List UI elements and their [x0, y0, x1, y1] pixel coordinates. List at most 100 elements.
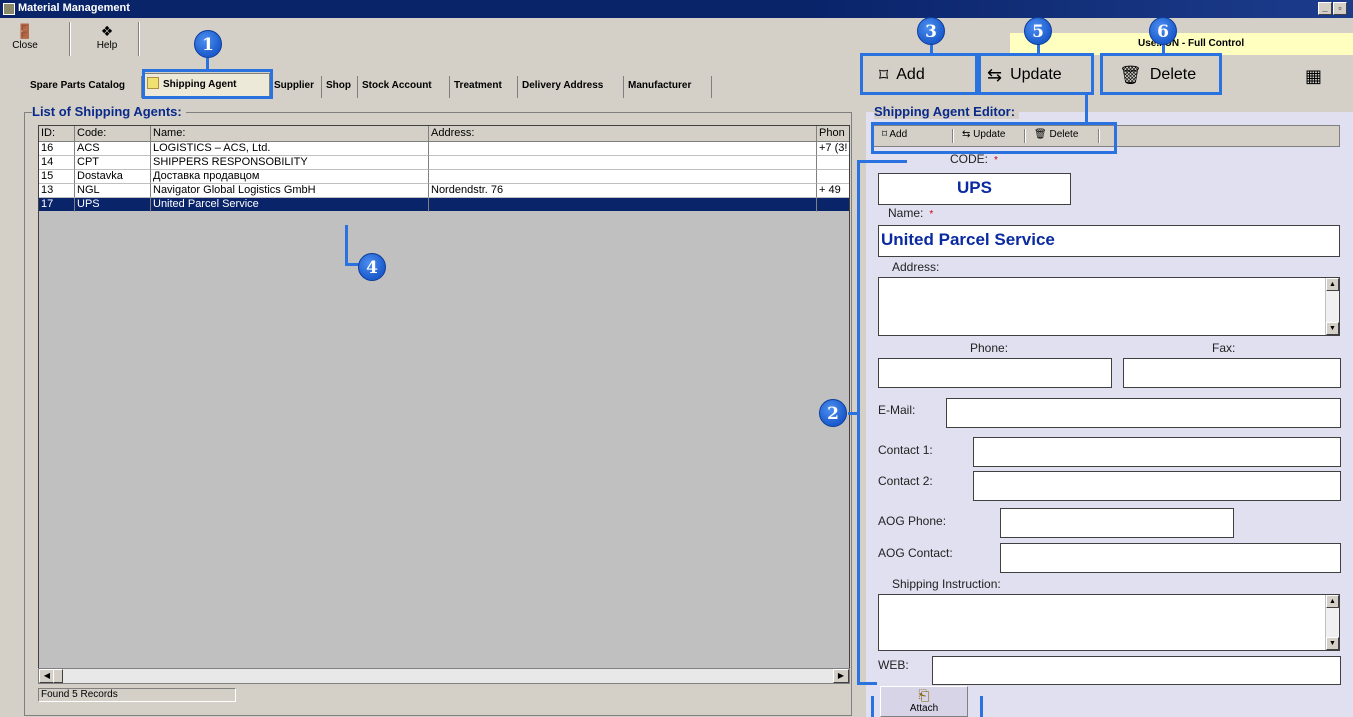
tab-delivery-address[interactable]: Delivery Address: [518, 76, 624, 98]
callout-badge: 5: [1024, 17, 1052, 45]
cell-id: 14: [39, 156, 75, 170]
toolbar-separator: [69, 22, 71, 56]
tab-stock-account[interactable]: Stock Account: [358, 76, 450, 98]
scroll-up-icon[interactable]: ▲: [1326, 278, 1339, 291]
address-textarea[interactable]: ▲ ▼: [878, 277, 1340, 336]
cell-code: NGL: [75, 184, 151, 198]
column-header-id[interactable]: ID:: [39, 126, 75, 142]
tab-label: Spare Parts Catalog: [30, 80, 126, 91]
scroll-up-icon[interactable]: ▲: [1326, 595, 1339, 608]
tab-supplier[interactable]: Supplier: [270, 76, 322, 98]
scroll-down-icon[interactable]: ▼: [1326, 637, 1339, 650]
cell-id: 17: [39, 198, 75, 212]
column-header-name[interactable]: Name:: [151, 126, 429, 142]
highlight-shipping-agent-tab: [142, 69, 273, 99]
phone-field[interactable]: [878, 358, 1112, 388]
shipping-instruction-textarea[interactable]: ▲ ▼: [878, 594, 1340, 651]
table-row-selected[interactable]: 17 UPS United Parcel Service: [39, 198, 849, 212]
code-field[interactable]: UPS: [878, 173, 1071, 205]
aog-phone-label: AOG Phone:: [878, 514, 947, 528]
callout-badge: 2: [819, 399, 847, 427]
callout-connector: [345, 263, 359, 266]
cell-address: [429, 170, 817, 184]
cell-name: Navigator Global Logistics GmbH: [151, 184, 429, 198]
callout-connector: [206, 58, 209, 70]
callout-badge: 1: [194, 30, 222, 58]
cell-name: SHIPPERS RESPONSOBILITY: [151, 156, 429, 170]
attach-button-label: Attach: [909, 703, 939, 714]
required-marker: *: [929, 209, 934, 220]
help-icon: ❖: [100, 23, 114, 39]
door-exit-icon: 🚪: [16, 23, 34, 39]
required-marker: *: [994, 155, 998, 166]
highlight-editor-toolbar: [871, 122, 1117, 154]
help-button[interactable]: ❖ Help: [84, 22, 130, 58]
minimize-button[interactable]: _: [1318, 2, 1332, 15]
table-row[interactable]: 13 NGL Navigator Global Logistics GmbH N…: [39, 184, 849, 198]
highlight-attach-bracket: [980, 696, 983, 717]
column-header-address[interactable]: Address:: [429, 126, 817, 142]
cell-address: [429, 142, 817, 156]
contact2-field[interactable]: [973, 471, 1341, 501]
web-label: WEB:: [878, 658, 909, 672]
cell-phone: + 49: [817, 184, 849, 198]
tab-manufacturer[interactable]: Manufacturer: [624, 76, 712, 98]
tab-label: Supplier: [274, 80, 315, 91]
highlight-update-button: [978, 53, 1094, 95]
list-title: List of Shipping Agents:: [32, 104, 186, 119]
cell-phone: [817, 170, 849, 184]
name-field[interactable]: United Parcel Service: [878, 225, 1340, 257]
phone-label: Phone:: [970, 341, 1009, 355]
email-field[interactable]: [946, 398, 1341, 428]
grid-header: ID: Code: Name: Address: Phon: [39, 126, 849, 142]
table-row[interactable]: 15 Dostavka Доставка продавцом: [39, 170, 849, 184]
scroll-right-icon[interactable]: ▶: [833, 669, 849, 683]
callout-badge: 4: [358, 253, 386, 281]
scroll-down-icon[interactable]: ▼: [1326, 322, 1339, 335]
export-button[interactable]: ▦: [1305, 56, 1335, 94]
address-scrollbar[interactable]: ▲ ▼: [1325, 278, 1339, 335]
cell-code: CPT: [75, 156, 151, 170]
column-header-code[interactable]: Code:: [75, 126, 151, 142]
cell-code: Dostavka: [75, 170, 151, 184]
contact1-field[interactable]: [973, 437, 1341, 467]
tab-label: Stock Account: [362, 80, 432, 91]
cell-name: United Parcel Service: [151, 198, 429, 212]
instruction-scrollbar[interactable]: ▲ ▼: [1325, 595, 1339, 650]
highlight-add-button: [860, 53, 978, 95]
contact1-label: Contact 1:: [878, 443, 933, 457]
close-button-label: Close: [12, 40, 38, 51]
scroll-thumb[interactable]: [53, 669, 63, 683]
column-header-phone[interactable]: Phon: [817, 126, 849, 142]
fax-field[interactable]: [1123, 358, 1341, 388]
spreadsheet-icon: ▦: [1305, 66, 1323, 86]
tab-treatment[interactable]: Treatment: [450, 76, 518, 98]
callout-connector: [1037, 44, 1040, 54]
cell-phone: [817, 156, 849, 170]
aog-contact-field[interactable]: [1000, 543, 1341, 573]
web-field[interactable]: [932, 656, 1341, 685]
tab-label: Shop: [326, 80, 351, 91]
grid-horizontal-scrollbar[interactable]: ◀ ▶: [38, 668, 850, 684]
callout-connector: [930, 44, 933, 54]
code-label: CODE: *: [950, 152, 998, 166]
aog-phone-field[interactable]: [1000, 508, 1234, 538]
cell-code: ACS: [75, 142, 151, 156]
cell-address: [429, 198, 817, 212]
attach-button[interactable]: ⎗ Attach: [880, 686, 968, 717]
table-row[interactable]: 16 ACS LOGISTICS – ACS, Ltd. +7 (3!: [39, 142, 849, 156]
tab-spare-parts-catalog[interactable]: Spare Parts Catalog: [26, 76, 142, 98]
cell-code: UPS: [75, 198, 151, 212]
tab-shop[interactable]: Shop: [322, 76, 358, 98]
cell-name: LOGISTICS – ACS, Ltd.: [151, 142, 429, 156]
address-label: Address:: [892, 260, 940, 274]
highlight-editor-bracket: [857, 160, 907, 163]
cell-id: 13: [39, 184, 75, 198]
restore-button[interactable]: ▫: [1333, 2, 1347, 15]
close-button[interactable]: 🚪 Close: [2, 22, 48, 58]
highlight-editor-bracket: [857, 682, 877, 685]
shipping-instruction-label: Shipping Instruction:: [892, 577, 1001, 591]
help-button-label: Help: [96, 40, 118, 51]
table-row[interactable]: 14 CPT SHIPPERS RESPONSOBILITY: [39, 156, 849, 170]
status-record-count: Found 5 Records: [38, 688, 236, 702]
